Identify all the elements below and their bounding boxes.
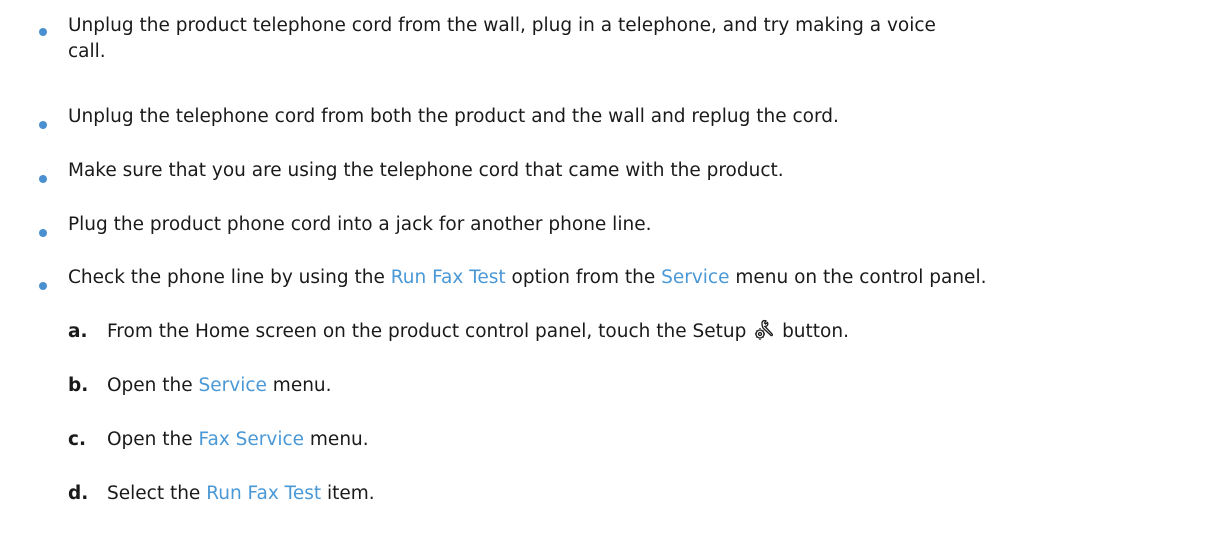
step-text-before: Open the <box>107 429 199 450</box>
bullet-dot <box>39 28 47 36</box>
bullet-text-after: menu on the control panel. <box>729 267 987 288</box>
bullet-text-line2: call. <box>68 41 106 62</box>
step-text-after: item. <box>321 483 375 504</box>
step-text: Open the Service menu. <box>107 373 1197 399</box>
step-text-after: menu. <box>304 429 369 450</box>
bullet-text: Unplug the telephone cord from both the … <box>68 106 839 127</box>
step-text: From the Home screen on the product cont… <box>107 319 1197 345</box>
bullet-text-line1: Unplug the product telephone cord from t… <box>68 15 936 36</box>
document-page: Unplug the product telephone cord from t… <box>0 0 1206 545</box>
bullet-text-middle: option from the <box>505 267 662 288</box>
bullet-dot <box>39 175 47 183</box>
step-marker: b. <box>68 375 89 396</box>
step-marker: d. <box>68 483 89 504</box>
step-text: Select the Run Fax Test item. <box>107 481 1197 507</box>
service-menu-link[interactable]: Service <box>661 267 729 288</box>
bullet-dot <box>39 282 47 290</box>
fax-service-menu-link[interactable]: Fax Service <box>199 429 304 450</box>
step-marker: c. <box>68 429 86 450</box>
bullet-text-before: Check the phone line by using the <box>68 267 391 288</box>
step-text-before: Select the <box>107 483 207 504</box>
step-text-after: button. <box>776 321 849 342</box>
bullet-text: Check the phone line by using the Run Fa… <box>68 265 1198 291</box>
bullet-dot <box>39 229 47 237</box>
run-fax-test-link[interactable]: Run Fax Test <box>391 267 506 288</box>
step-marker: a. <box>68 321 88 342</box>
step-text: Open the Fax Service menu. <box>107 427 1197 453</box>
service-menu-link[interactable]: Service <box>199 375 267 396</box>
setup-wrench-gear-icon <box>753 319 775 341</box>
step-text-before: From the Home screen on the product cont… <box>107 321 753 342</box>
bullet-text: Make sure that you are using the telepho… <box>68 160 784 181</box>
step-text-before: Open the <box>107 375 199 396</box>
step-text-after: menu. <box>266 375 332 396</box>
bullet-text: Unplug the product telephone cord from t… <box>68 13 1198 65</box>
bullet-dot <box>39 121 47 129</box>
run-fax-test-link[interactable]: Run Fax Test <box>206 483 321 504</box>
bullet-text: Plug the product phone cord into a jack … <box>68 214 652 235</box>
